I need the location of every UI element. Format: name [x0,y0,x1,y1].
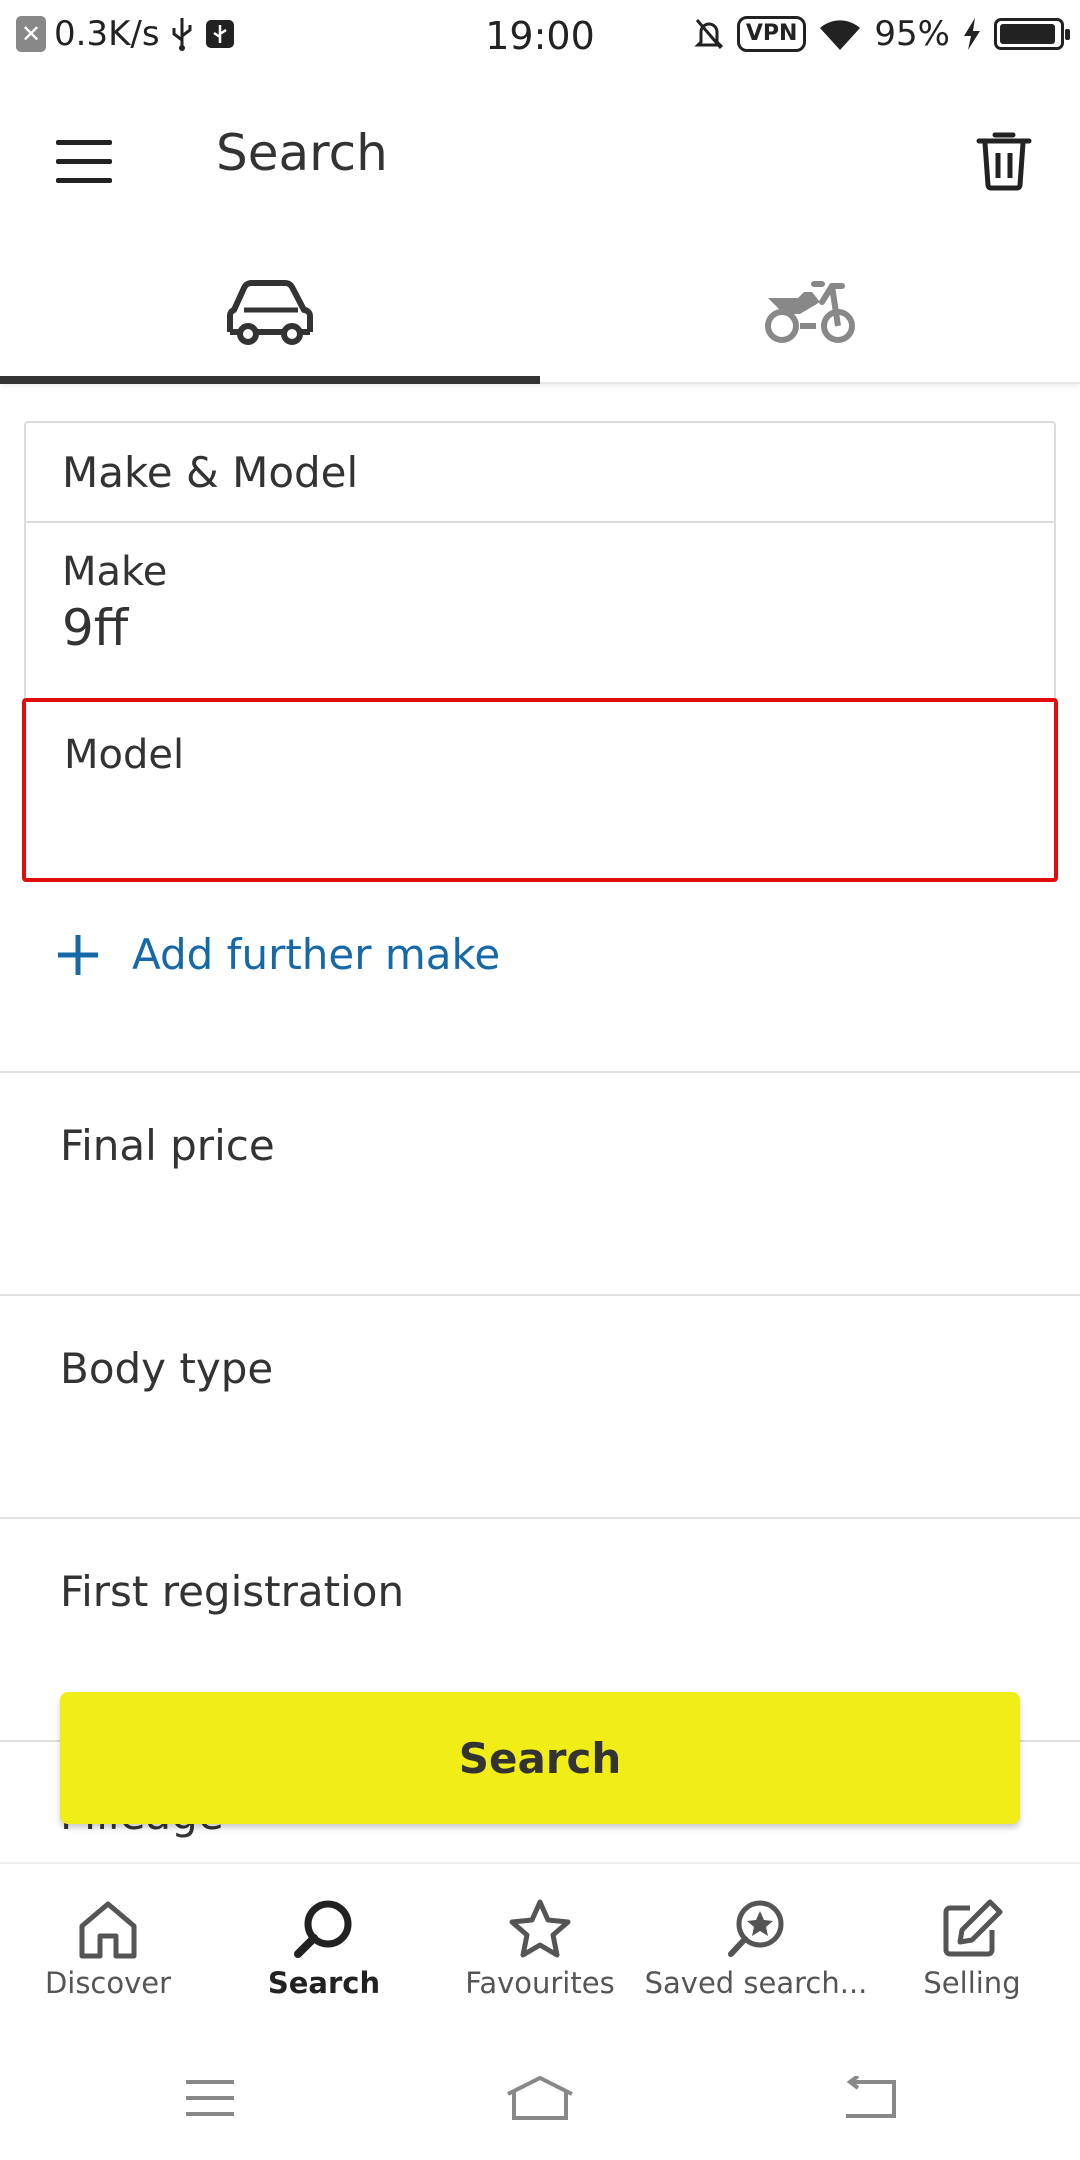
filter-label: Body type [60,1344,274,1393]
filter-final-price[interactable]: Final price [0,1071,1080,1293]
clear-search-button[interactable] [964,120,1044,200]
nav-label: Discover [44,1966,172,2000]
filter-label: Final price [60,1121,275,1170]
selected-tab-indicator [0,376,540,384]
motorbike-icon [765,281,855,343]
vehicle-type-tabs [0,240,1080,384]
saved-search-icon [728,1900,784,1957]
filter-body-type[interactable]: Body type [0,1294,1080,1516]
add-further-make-label: Add further make [132,930,501,979]
filter-label: First registration [60,1567,405,1616]
add-further-make-button[interactable]: Add further make [56,930,500,979]
nav-label: Saved search... [644,1966,868,2000]
mute-bell-icon [694,19,724,49]
battery-percent: 95% [874,14,950,54]
system-back-button[interactable] [820,2068,920,2128]
system-home-icon [507,2075,573,2120]
model-label: Model [64,732,185,778]
wifi-icon [820,20,861,50]
nav-label: Selling [923,1966,1021,2000]
tab-car[interactable] [0,240,540,384]
tab-motorbike[interactable] [540,240,1080,384]
make-model-header: Make & Model [26,423,1054,523]
nav-saved-search[interactable]: Saved search... [645,1864,867,2012]
search-icon [294,1900,352,1958]
star-icon [509,1899,571,1958]
model-field[interactable]: Model [22,698,1058,882]
nav-discover[interactable]: Discover [0,1864,216,2012]
system-menu-icon [186,2080,234,2116]
status-bar: ✕ 0.3K/s 19:00 VPN 95% [0,0,1080,72]
system-home-button[interactable] [490,2068,590,2128]
menu-button[interactable] [44,122,124,202]
system-navigation-bar [0,2010,1080,2160]
battery-icon [994,18,1070,50]
nav-label: Favourites [465,1966,615,2000]
car-icon [227,280,313,345]
system-back-icon [846,2076,896,2118]
nav-search[interactable]: Search [216,1864,432,2012]
app-bar: Search [0,72,1080,240]
make-field[interactable]: Make 9ff [26,523,1054,703]
trash-icon [976,132,1032,191]
charging-icon [964,18,980,50]
nav-favourites[interactable]: Favourites [432,1864,648,2012]
vpn-badge: VPN [736,16,807,52]
battery-fill [1000,24,1056,44]
edit-icon [943,1899,1003,1957]
nav-selling[interactable]: Selling [864,1864,1080,2012]
hamburger-menu-icon [56,140,112,183]
nav-label: Search [267,1966,381,2000]
page-title: Search [216,124,388,182]
system-menu-button[interactable] [160,2068,260,2128]
status-right: VPN 95% [693,14,1070,54]
home-icon [79,1901,137,1959]
plus-icon [58,934,98,975]
make-value: 9ff [62,599,129,657]
bottom-navigation: Discover Search Favourites Saved search.… [0,1862,1080,2010]
search-button[interactable]: Search [60,1692,1020,1824]
make-label: Make [62,549,168,595]
